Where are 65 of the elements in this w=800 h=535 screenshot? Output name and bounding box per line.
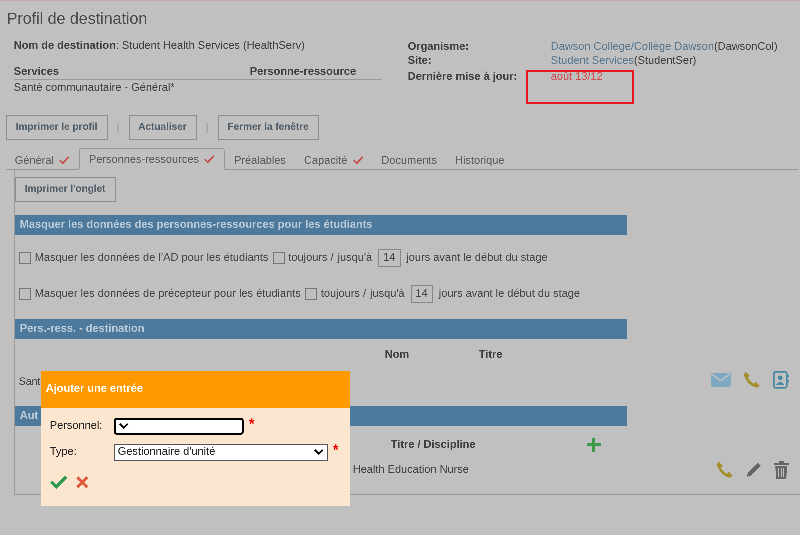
checkbox-label: toujours /	[321, 288, 366, 300]
toolbar-button[interactable]: Actualiser	[128, 115, 197, 140]
dialog-title: Ajouter une entrée	[41, 371, 350, 408]
tab[interactable]: Capacité	[295, 151, 373, 170]
section-header: Masquer les données des personnes-ressources pour les étudiants	[15, 215, 627, 235]
tab[interactable]: Général	[6, 151, 80, 170]
table-cell: Sant	[19, 376, 41, 388]
column-header: Personne-ressource	[250, 66, 356, 78]
link[interactable]: Dawson College/Collège Dawson	[551, 41, 714, 53]
toolbar-button[interactable]: Fermer la fenêtre	[218, 115, 319, 140]
separator-text: |	[206, 122, 209, 134]
field-label: Dernière mise à jour:	[408, 70, 518, 84]
field-label: jours avant le début du stage	[439, 288, 580, 300]
trash-icon[interactable]	[774, 461, 789, 479]
checkbox-label: toujours /	[288, 252, 334, 264]
table-cell: Health Education Nurse	[353, 464, 470, 476]
field-label: jusqu'à	[338, 252, 372, 264]
caret-icon	[119, 422, 129, 430]
column-header: Titre	[479, 349, 503, 361]
field-label: Site:	[408, 54, 433, 68]
checkbox[interactable]	[305, 288, 318, 300]
required-mark: *	[333, 442, 339, 459]
days-field[interactable]: 14	[410, 285, 434, 303]
tab[interactable]: Historique	[446, 151, 514, 170]
select-field[interactable]: Gestionnaire d'unité	[114, 444, 328, 460]
field-label: Type:	[50, 446, 78, 458]
code-text: (DawsonCol)	[714, 41, 778, 53]
confirm-check-icon[interactable]	[50, 475, 68, 489]
table-cell-text: Santé communautaire - Général*	[14, 81, 176, 94]
pencil-icon[interactable]	[745, 461, 763, 479]
toolbar-button[interactable]: Imprimer le profil	[6, 115, 108, 140]
phone-icon[interactable]	[743, 371, 761, 389]
field-label: jusqu'à	[370, 288, 405, 300]
select-field[interactable]	[114, 418, 244, 434]
checkbox[interactable]	[19, 252, 31, 264]
field-label: Organisme:	[408, 40, 470, 54]
link[interactable]: Student Services	[551, 55, 634, 67]
check-icon	[352, 156, 364, 164]
contact-card-icon[interactable]	[773, 371, 789, 389]
section-header: Pers.-ress. - destination	[15, 319, 627, 339]
envelope-icon[interactable]	[711, 373, 731, 387]
tab[interactable]: Documents	[372, 151, 446, 170]
field-label: jours avant le début du stage	[406, 252, 548, 264]
checkbox-label: Masquer les données de précepteur pour les étudiants	[35, 288, 302, 300]
check-icon	[59, 156, 70, 164]
print-tab-button[interactable]: Imprimer l'onglet	[15, 177, 116, 202]
date-text: août 13/12	[551, 70, 603, 84]
days-field[interactable]: 14	[378, 249, 401, 267]
caret-icon	[314, 448, 324, 456]
check-icon	[204, 154, 216, 164]
code-text: (StudentSer)	[634, 55, 697, 67]
separator-text: |	[116, 122, 120, 134]
page-title: Profil de destination	[6, 10, 149, 30]
phone-icon[interactable]	[716, 461, 734, 479]
column-header: Nom	[385, 349, 410, 361]
checkbox[interactable]	[19, 288, 31, 300]
checkbox[interactable]	[272, 252, 285, 264]
destination-name: Nom de destination: Student Health Services (HealthServ)	[14, 40, 306, 52]
column-header: Services	[14, 66, 60, 78]
tab[interactable]: Personnes-ressources	[79, 148, 226, 170]
cancel-icon[interactable]	[76, 476, 89, 488]
column-header: Titre / Discipline	[391, 439, 476, 451]
add-icon[interactable]	[587, 438, 601, 452]
tab[interactable]: Préalables	[225, 151, 296, 170]
checkbox-label: Masquer les données de l’AD pour les étudiants	[35, 252, 269, 264]
